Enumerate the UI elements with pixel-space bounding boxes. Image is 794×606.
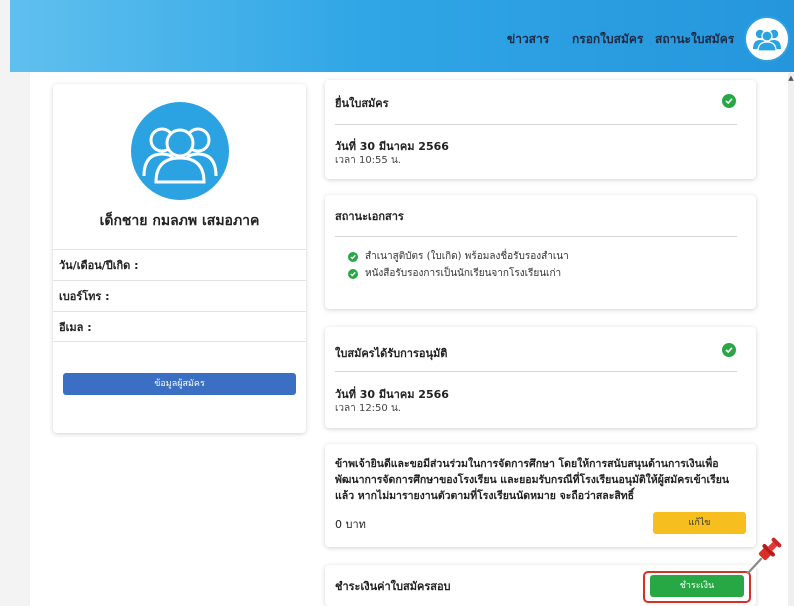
document-status-card: สถานะเอกสาร สำเนาสูติบัตร (ใบเกิด) พร้อม…: [325, 195, 756, 309]
divider: [335, 371, 737, 372]
applicant-info-button[interactable]: ข้อมูลผู้สมัคร: [63, 373, 296, 395]
payment-card: ชำระเงินค่าใบสมัครสอบ ชำระเงิน: [325, 565, 756, 606]
users-group-icon: [142, 127, 218, 184]
email-label: อีเมล :: [53, 311, 306, 342]
approved-card-title: ใบสมัครได้รับการอนุมัติ: [335, 347, 448, 360]
nav-news[interactable]: ข่าวสาร: [507, 30, 549, 49]
check-circle-icon: [722, 343, 736, 357]
donation-card: ข้าพเจ้ายินดีและขอมีส่วนร่วมในการจัดการศ…: [325, 444, 756, 547]
pushpin-icon: [746, 537, 782, 575]
check-circle-icon: [348, 251, 358, 262]
submit-card-title: ยื่นใบสมัคร: [335, 97, 389, 110]
check-circle-icon: [348, 268, 358, 279]
check-circle-icon: [722, 94, 736, 108]
user-avatar-button[interactable]: [744, 16, 790, 62]
scrollbar-track[interactable]: [788, 72, 794, 606]
profile-card: เด็กชาย กมลภพ เสมอภาค วัน/เดือน/ปีเกิด :…: [53, 84, 306, 433]
divider: [335, 236, 737, 237]
submit-time: เวลา 10:55 น.: [335, 155, 401, 166]
page-background-left: [0, 0, 30, 606]
document-item: สำเนาสูติบัตร (ใบเกิด) พร้อมลงชื่อรับรอง…: [348, 249, 569, 264]
scroll-up-icon[interactable]: ▲: [788, 74, 794, 82]
documents-card-title: สถานะเอกสาร: [335, 210, 404, 223]
document-item-label: สำเนาสูติบัตร (ใบเกิด) พร้อมลงชื่อรับรอง…: [365, 251, 569, 262]
divider: [335, 124, 737, 125]
nav-application-status[interactable]: สถานะใบสมัคร: [655, 30, 734, 49]
approved-card: ใบสมัครได้รับการอนุมัติ วันที่ 30 มีนาคม…: [325, 327, 756, 428]
approved-time: เวลา 12:50 น.: [335, 403, 401, 414]
document-item-label: หนังสือรับรองการเป็นนักเรียนจากโรงเรียนเ…: [365, 268, 562, 279]
payment-card-title: ชำระเงินค่าใบสมัครสอบ: [335, 580, 451, 593]
submit-application-card: ยื่นใบสมัคร วันที่ 30 มีนาคม 2566 เวลา 1…: [325, 80, 756, 179]
donation-amount: 0 บาท: [335, 518, 366, 531]
profile-avatar: [131, 102, 229, 200]
top-navbar: ข่าวสาร กรอกใบสมัคร สถานะใบสมัคร: [10, 0, 794, 72]
nav-application-form[interactable]: กรอกใบสมัคร: [572, 30, 643, 49]
users-icon: [753, 29, 781, 52]
pay-button[interactable]: ชำระเงิน: [650, 575, 744, 597]
edit-donation-button[interactable]: แก้ไข: [653, 512, 746, 534]
birthdate-label: วัน/เดือน/ปีเกิด :: [53, 249, 306, 280]
donation-statement: ข้าพเจ้ายินดีและขอมีส่วนร่วมในการจัดการศ…: [335, 458, 730, 502]
phone-label: เบอร์โทร :: [53, 280, 306, 311]
document-item: หนังสือรับรองการเป็นนักเรียนจากโรงเรียนเ…: [348, 266, 561, 281]
profile-name: เด็กชาย กมลภพ เสมอภาค: [99, 213, 260, 229]
